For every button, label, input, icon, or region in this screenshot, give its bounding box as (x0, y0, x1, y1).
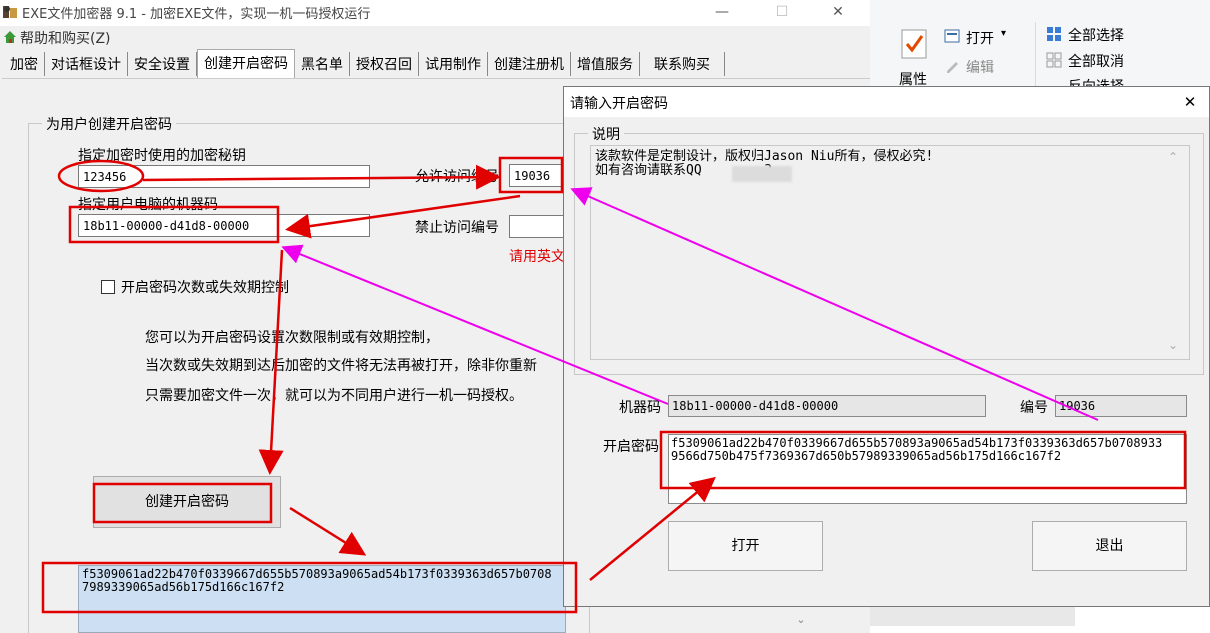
notes-scroll-up-icon[interactable]: ⌃ (1168, 150, 1178, 164)
tab-security[interactable]: 安全设置 (128, 52, 197, 76)
ribbon-divider (1035, 22, 1036, 92)
machine-code-input[interactable]: 18b11-00000-d41d8-00000 (78, 214, 370, 237)
window-title: EXE文件加密器 9.1 - 加密EXE文件，实现一机一码授权运行 (22, 7, 371, 22)
tab-contact[interactable]: 联系购买 (640, 52, 725, 76)
redacted-contact (732, 166, 792, 182)
open-button[interactable]: 打开 (966, 28, 994, 48)
explorer-scrollbar[interactable] (870, 606, 1075, 626)
tab-revoke[interactable]: 授权召回 (350, 52, 419, 76)
edit-button[interactable]: 编辑 (966, 57, 994, 77)
select-all-button[interactable]: 全部选择 (1068, 25, 1124, 45)
dialog-title: 请输入开启密码 (570, 96, 668, 112)
minimize-button[interactable]: — (700, 0, 744, 26)
open-icon (944, 29, 960, 43)
group-title: 为用户创建开启密码 (42, 114, 176, 134)
description-line-2: 当次数或失效期到达后加密的文件将无法再被打开，除非你重新 (145, 358, 537, 374)
generated-password-output[interactable]: f5309061ad22b470f0339667d655b570893a9065… (78, 565, 566, 633)
dialog-close-button[interactable]: ✕ (1172, 90, 1208, 114)
notes-text: 该款软件是定制设计，版权归Jason Niu所有，侵权必究! 如有咨询请联系QQ… (590, 145, 1190, 360)
tab-services[interactable]: 增值服务 (571, 52, 640, 76)
description-line-1: 您可以为开启密码设置次数限制或有效期控制， (145, 330, 439, 346)
allow-number-input[interactable]: 19036 (509, 164, 569, 187)
deny-number-label: 禁止访问编号 (415, 220, 499, 236)
select-none-icon (1046, 52, 1062, 68)
dialog-machine-field[interactable]: 18b11-00000-d41d8-00000 (668, 395, 986, 417)
select-all-icon (1047, 27, 1061, 41)
tab-dialog-design[interactable]: 对话框设计 (45, 52, 128, 76)
dialog-open-button[interactable]: 打开 (668, 521, 823, 571)
dialog-machine-label: 机器码 (619, 400, 661, 416)
notes-scroll-down-icon[interactable]: ⌄ (1168, 338, 1178, 352)
dialog-titlebar: 请输入开启密码 ✕ (564, 87, 1209, 117)
english-hint: 请用英文 (509, 249, 565, 265)
home-icon (4, 31, 16, 43)
create-password-button[interactable]: 创建开启密码 (93, 476, 281, 528)
tab-encrypt[interactable]: 加密 (4, 52, 45, 76)
edit-icon (947, 62, 958, 73)
tab-strip: 加密 对话框设计 安全设置 创建开启密码 黑名单 授权召回 试用制作 创建注册机… (4, 49, 725, 78)
open-dropdown-icon[interactable]: ▾ (1001, 28, 1006, 39)
machine-code-label: 指定用户电脑的机器码 (78, 197, 218, 213)
dialog-password-input[interactable]: f5309061ad22b470f0339667d655b570893a9065… (668, 434, 1187, 504)
maximize-button[interactable]: ☐ (760, 0, 804, 26)
menu-bar: 帮助和购买(Z) (0, 26, 870, 48)
dialog-exit-button[interactable]: 退出 (1032, 521, 1187, 571)
scroll-down-icon[interactable]: ⌄ (788, 607, 814, 633)
close-button[interactable]: ✕ (816, 0, 860, 26)
deny-number-input[interactable] (509, 215, 569, 238)
key-label: 指定加密时使用的加密秘钥 (78, 148, 246, 164)
main-titlebar: EXE文件加密器 9.1 - 加密EXE文件，实现一机一码授权运行 — ☐ ✕ (0, 0, 870, 26)
notes-label: 说明 (588, 124, 624, 144)
app-icon (3, 6, 17, 18)
tab-keygen[interactable]: 创建注册机 (488, 52, 571, 76)
tab-blacklist[interactable]: 黑名单 (295, 52, 350, 76)
menu-help-buy[interactable]: 帮助和购买(Z) (20, 28, 111, 48)
key-input[interactable]: 123456 (78, 165, 370, 188)
allow-number-label: 允许访问编号 (415, 169, 499, 185)
dialog-password-label: 开启密码 (603, 439, 659, 455)
tab-create-password[interactable]: 创建开启密码 (197, 49, 295, 78)
tab-trial[interactable]: 试用制作 (419, 52, 488, 76)
description-line-3: 只需要加密文件一次，就可以为不同用户进行一机一码授权。 (145, 388, 523, 404)
dialog-number-field[interactable]: 19036 (1055, 395, 1187, 417)
properties-icon (901, 29, 927, 59)
invert-selection-button[interactable]: 反向选择 (1068, 76, 1124, 86)
limit-checkbox[interactable] (101, 280, 115, 294)
limit-checkbox-label: 开启密码次数或失效期控制 (121, 280, 289, 296)
invert-selection-clip: 反向选择 (1046, 76, 1210, 86)
select-none-button[interactable]: 全部取消 (1068, 51, 1124, 71)
explorer-ribbon: 属性 打开 ▾ 编辑 全部选择 全部取消 反向选择 (870, 0, 1210, 96)
dialog-number-label: 编号 (1020, 400, 1048, 416)
